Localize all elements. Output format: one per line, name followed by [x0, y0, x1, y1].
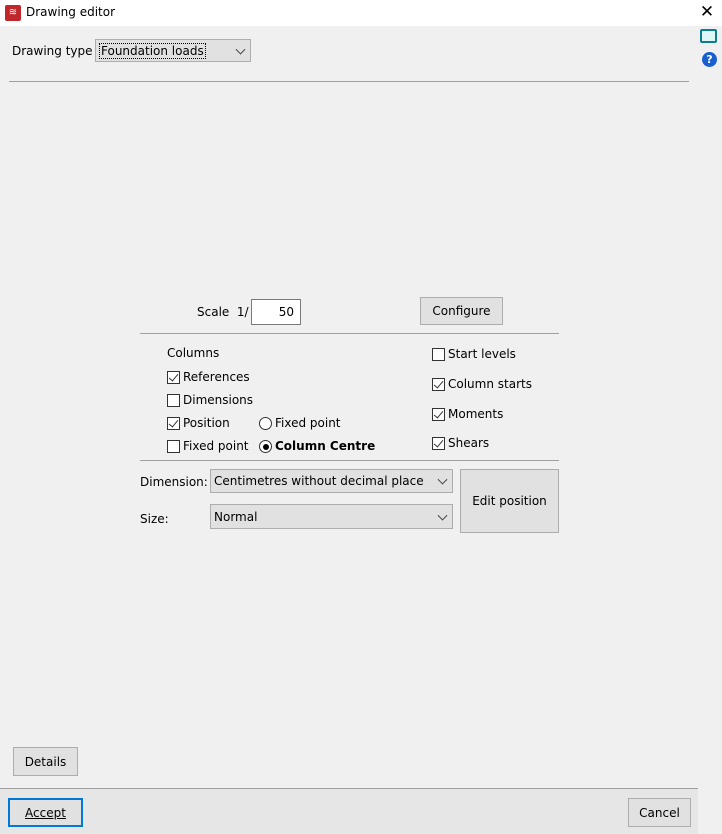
- drawing-type-select[interactable]: Foundation loads: [95, 39, 251, 62]
- dimensions-checkbox[interactable]: [167, 394, 180, 407]
- column-starts-checkbox[interactable]: [432, 378, 445, 391]
- configure-button[interactable]: Configure: [420, 297, 503, 325]
- divider: [140, 333, 559, 334]
- dimension-label: Dimension:: [140, 475, 208, 489]
- position-label: Position: [183, 416, 230, 430]
- help-icon[interactable]: ?: [702, 52, 717, 67]
- details-button[interactable]: Details: [13, 747, 78, 776]
- moments-label: Moments: [448, 407, 504, 421]
- column-starts-label: Column starts: [448, 377, 532, 391]
- references-label: References: [183, 370, 250, 384]
- shears-checkbox[interactable]: [432, 437, 445, 450]
- size-label: Size:: [140, 512, 169, 526]
- dimensions-label: Dimensions: [183, 393, 254, 407]
- footer-bar: Accept Cancel: [0, 788, 698, 834]
- position-checkbox[interactable]: [167, 417, 180, 430]
- fixed-point-radio[interactable]: [259, 417, 272, 430]
- size-value: Normal: [214, 509, 258, 524]
- fixed-point-checkbox-label: Fixed point: [183, 439, 249, 453]
- column-centre-radio-label: Column Centre: [275, 439, 376, 453]
- column-centre-radio[interactable]: [259, 440, 272, 453]
- accept-button[interactable]: Accept: [8, 798, 83, 827]
- accept-label: Accept: [25, 805, 66, 820]
- drawing-type-label: Drawing type: [12, 44, 93, 58]
- divider: [9, 81, 689, 82]
- chevron-down-icon: [235, 44, 246, 55]
- close-icon[interactable]: ✕: [698, 3, 716, 21]
- window-title: Drawing editor: [26, 5, 116, 19]
- fixed-point-checkbox[interactable]: [167, 440, 180, 453]
- fixed-point-radio-label: Fixed point: [275, 416, 341, 430]
- start-levels-checkbox[interactable]: [432, 348, 445, 361]
- size-select[interactable]: Normal: [210, 504, 453, 529]
- moments-checkbox[interactable]: [432, 408, 445, 421]
- chevron-down-icon: [437, 474, 448, 485]
- scale-label: Scale 1/: [197, 305, 249, 319]
- cancel-button[interactable]: Cancel: [628, 798, 691, 827]
- start-levels-label: Start levels: [448, 347, 516, 361]
- divider: [140, 460, 559, 461]
- edit-position-button[interactable]: Edit position: [460, 469, 559, 533]
- columns-heading: Columns: [167, 346, 220, 360]
- drawing-type-value: Foundation loads: [99, 42, 206, 59]
- references-checkbox[interactable]: [167, 371, 180, 384]
- book-icon[interactable]: [700, 29, 717, 43]
- dimension-value: Centimetres without decimal place: [214, 474, 424, 488]
- app-icon: ≋: [5, 5, 21, 21]
- scale-input[interactable]: 50: [251, 299, 301, 325]
- dimension-select[interactable]: Centimetres without decimal place: [210, 469, 453, 493]
- chevron-down-icon: [437, 510, 448, 521]
- title-bar: ≋ Drawing editor ✕: [0, 0, 722, 26]
- shears-label: Shears: [448, 436, 490, 450]
